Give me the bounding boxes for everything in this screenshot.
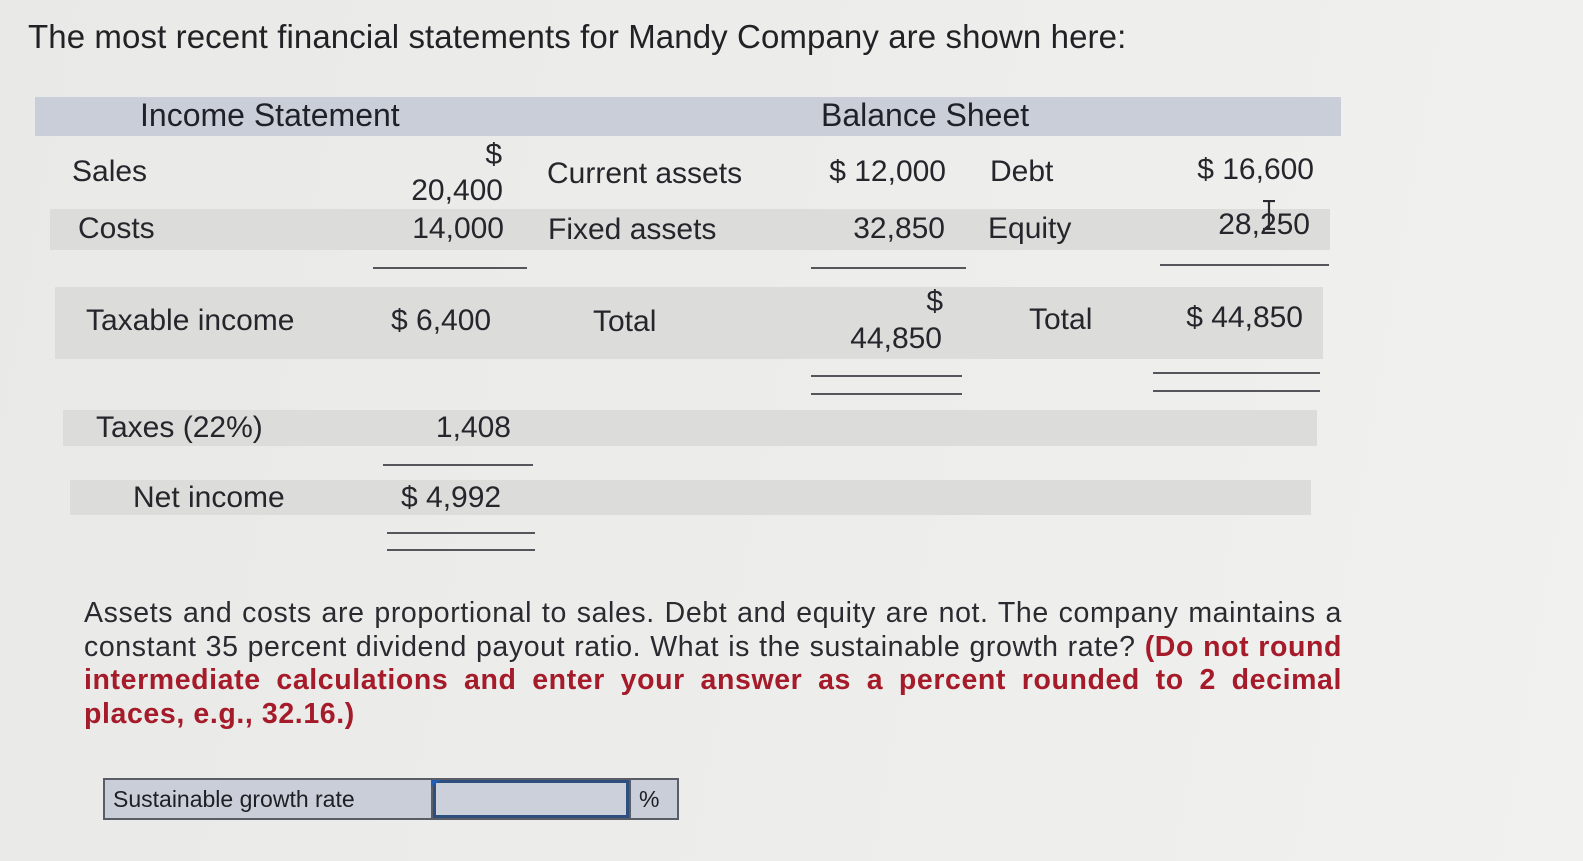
debt-value: $ 16,600 <box>1197 153 1314 186</box>
sales-value: 20,400 <box>411 174 503 207</box>
sustainable-growth-rate-input[interactable] <box>433 780 629 818</box>
taxable-income-value: $ 6,400 <box>391 304 492 337</box>
costs-label: Costs <box>78 212 155 245</box>
liabilities-total-double-underline-top <box>1153 372 1320 374</box>
assets-total-double-underline-bottom <box>811 393 962 395</box>
sales-label: Sales <box>72 155 148 188</box>
liabilities-total-label: Total <box>1029 303 1093 336</box>
taxes-underline <box>383 464 533 466</box>
taxes-label: Taxes (22%) <box>96 411 263 444</box>
fixed-assets-value: 32,850 <box>853 212 945 245</box>
liabilities-underline <box>1160 264 1329 266</box>
assets-total-double-underline-top <box>811 375 962 377</box>
equity-label: Equity <box>988 212 1072 245</box>
taxable-income-label: Taxable income <box>86 304 295 337</box>
text-cursor-icon <box>1263 200 1275 230</box>
percent-unit-label: % <box>629 780 677 818</box>
answer-label: Sustainable growth rate <box>105 780 433 818</box>
current-assets-label: Current assets <box>547 157 743 190</box>
net-income-value: $ 4,992 <box>401 481 502 514</box>
balance-sheet-title: Balance Sheet <box>821 97 1030 133</box>
sales-currency: $ <box>485 138 502 171</box>
assets-total-currency: $ <box>926 285 943 318</box>
required-field-flag-icon <box>431 780 441 787</box>
taxes-value: 1,408 <box>435 411 511 444</box>
assets-underline <box>811 267 966 269</box>
debt-label: Debt <box>990 155 1054 188</box>
question-text: Assets and costs are proportional to sal… <box>84 597 1342 731</box>
answer-row: Sustainable growth rate % <box>103 778 679 820</box>
costs-value: 14,000 <box>412 212 504 245</box>
assets-total-value: 44,850 <box>850 322 942 355</box>
intro-text: The most recent financial statements for… <box>28 18 1127 55</box>
liabilities-total-value: $ 44,850 <box>1186 301 1303 334</box>
assets-total-label: Total <box>593 305 657 338</box>
net-income-double-underline-bottom <box>387 549 535 551</box>
fixed-assets-label: Fixed assets <box>548 213 717 246</box>
equity-value: 28,250 <box>1218 208 1310 241</box>
net-income-label: Net income <box>133 481 285 514</box>
costs-underline <box>373 267 527 269</box>
income-statement-title: Income Statement <box>140 97 400 133</box>
net-income-double-underline-top <box>387 532 535 534</box>
current-assets-value: $ 12,000 <box>829 155 946 188</box>
liabilities-total-double-underline-bottom <box>1153 390 1320 392</box>
